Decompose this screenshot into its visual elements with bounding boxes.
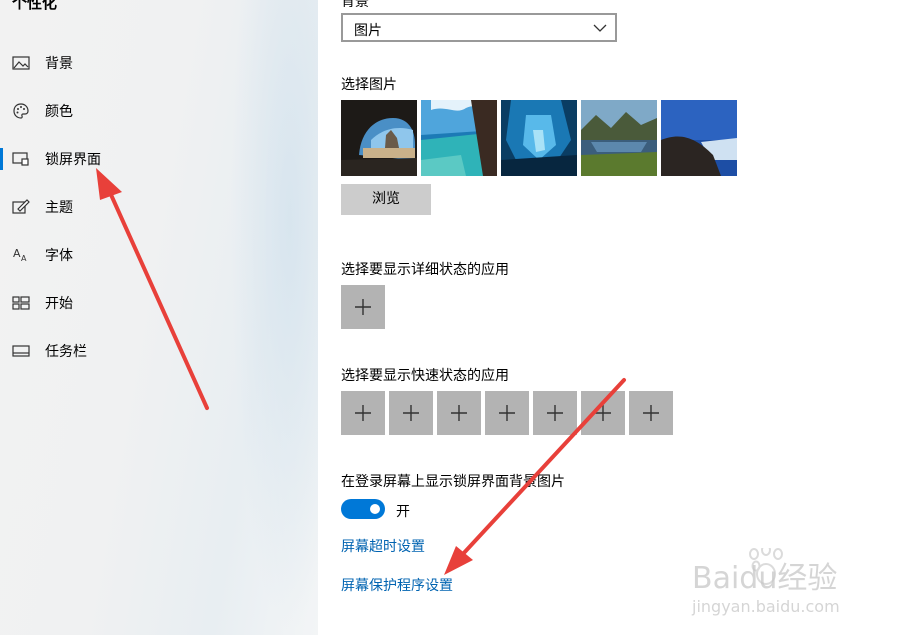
browse-button[interactable]: 浏览 — [341, 184, 431, 215]
add-quick-status-app-button[interactable] — [485, 391, 529, 435]
plus-icon — [499, 405, 515, 421]
lock-screen-icon — [12, 150, 30, 168]
chevron-down-icon — [593, 24, 607, 32]
sidebar-item-colors[interactable]: 颜色 — [0, 91, 318, 131]
sidebar-item-fonts[interactable]: AA 字体 — [0, 235, 318, 275]
background-dropdown[interactable]: 图片 — [341, 13, 617, 42]
picture-icon — [12, 54, 30, 72]
selection-indicator — [0, 100, 3, 122]
sidebar-item-label: 颜色 — [45, 104, 73, 120]
sidebar-item-label: 字体 — [45, 248, 73, 264]
baidu-jingyan-watermark: Baidu经验 jingyan.baidu.com — [690, 544, 895, 618]
sidebar-item-background[interactable]: 背景 — [0, 43, 318, 83]
selection-indicator — [0, 52, 3, 74]
baidu-paw-logo-icon: Baidu经验 jingyan.baidu.com — [691, 544, 840, 616]
quick-status-label: 选择要显示快速状态的应用 — [341, 368, 509, 384]
theme-icon — [12, 198, 30, 216]
add-quick-status-app-button[interactable] — [533, 391, 577, 435]
plus-icon — [547, 405, 563, 421]
picture-thumbnail-ice-cave[interactable] — [501, 100, 577, 176]
plus-icon — [595, 405, 611, 421]
plus-icon — [355, 405, 371, 421]
sidebar-item-taskbar[interactable]: 任务栏 — [0, 331, 318, 371]
palette-icon — [12, 102, 30, 120]
svg-text:Baidu经验: Baidu经验 — [692, 561, 837, 596]
add-quick-status-app-button[interactable] — [437, 391, 481, 435]
selection-indicator — [0, 148, 3, 170]
sidebar-title: 个性化 — [12, 0, 58, 12]
sidebar-item-label: 开始 — [45, 296, 73, 312]
selection-indicator — [0, 244, 3, 266]
svg-text:A: A — [13, 247, 21, 260]
sidebar: 个性化 背景 颜色 锁屏界面 主题 AA 字体 开始 任务栏 — [0, 0, 318, 635]
add-quick-status-app-button[interactable] — [581, 391, 625, 435]
plus-icon — [451, 405, 467, 421]
sidebar-item-label: 背景 — [45, 56, 73, 72]
picture-thumbnail-mountain-lake[interactable] — [581, 100, 657, 176]
plus-icon — [643, 405, 659, 421]
toggle-knob — [370, 504, 380, 514]
detailed-status-label: 选择要显示详细状态的应用 — [341, 262, 509, 278]
svg-text:jingyan.baidu.com: jingyan.baidu.com — [691, 597, 840, 616]
sidebar-item-label: 锁屏界面 — [45, 152, 101, 168]
sidebar-item-start[interactable]: 开始 — [0, 283, 318, 323]
show-background-on-signin-toggle[interactable] — [341, 499, 385, 519]
selection-indicator — [0, 292, 3, 314]
show-background-on-signin-label: 在登录屏幕上显示锁屏界面背景图片 — [341, 474, 565, 490]
plus-icon — [355, 299, 371, 315]
add-quick-status-app-button[interactable] — [341, 391, 385, 435]
dropdown-value: 图片 — [354, 23, 382, 39]
sidebar-item-themes[interactable]: 主题 — [0, 187, 318, 227]
choose-picture-label: 选择图片 — [341, 77, 397, 93]
font-icon: AA — [12, 246, 30, 264]
toggle-state-label: 开 — [396, 504, 410, 520]
plus-icon — [403, 405, 419, 421]
picture-thumbnail-cave-beach[interactable] — [341, 100, 417, 176]
picture-thumbnail-sea-cliff[interactable] — [421, 100, 497, 176]
sidebar-item-lock-screen[interactable]: 锁屏界面 — [0, 139, 318, 179]
taskbar-icon — [12, 342, 30, 360]
add-quick-status-app-button[interactable] — [629, 391, 673, 435]
sidebar-item-label: 主题 — [45, 200, 73, 216]
add-detailed-status-app-button[interactable] — [341, 285, 385, 329]
background-label: 背景 — [341, 0, 369, 10]
start-icon — [12, 294, 30, 312]
screen-timeout-settings-link[interactable]: 屏幕超时设置 — [341, 536, 425, 556]
add-quick-status-app-button[interactable] — [389, 391, 433, 435]
picture-thumbnail-hill-sky[interactable] — [661, 100, 737, 176]
sidebar-item-label: 任务栏 — [45, 344, 87, 360]
screensaver-settings-link[interactable]: 屏幕保护程序设置 — [341, 575, 453, 595]
svg-text:A: A — [21, 254, 27, 263]
selection-indicator — [0, 340, 3, 362]
selection-indicator — [0, 196, 3, 218]
